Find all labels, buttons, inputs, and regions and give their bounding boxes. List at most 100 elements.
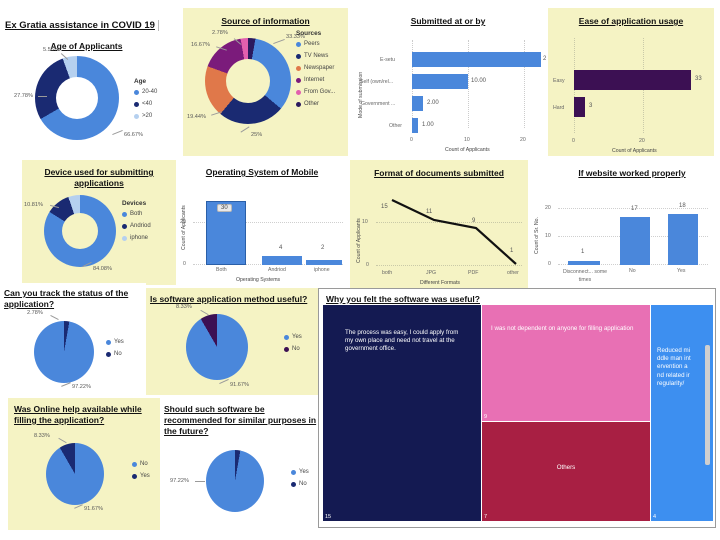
line-chart-format[interactable]	[350, 160, 528, 290]
treemap-cell-2[interactable]: Others 7	[482, 422, 650, 521]
xtick-format-0: both	[382, 270, 393, 276]
point-value-format-1: 11	[426, 209, 433, 215]
legend-item-onlinehelp-0[interactable]: No	[132, 460, 150, 468]
legend-title-device: Devices	[122, 200, 147, 207]
bar-ease-0[interactable]	[574, 70, 691, 90]
bar-ease-1[interactable]	[574, 97, 585, 117]
legend-label: Yes	[292, 334, 302, 340]
axis-title-y-os: Count of Applicants	[181, 205, 187, 250]
chart-title-useful: Is software application method useful?	[150, 294, 308, 304]
legend-label: >20	[142, 113, 153, 119]
legend-item-useful-0[interactable]: Yes	[284, 333, 302, 341]
pie-label-age-1: 27.78%	[14, 93, 33, 99]
pie-label-source-3: 19.44%	[187, 114, 206, 120]
pie-chart-useful[interactable]	[186, 314, 248, 380]
page-title: Ex Gratia assistance in COVID 19	[5, 20, 159, 31]
legend-item-track-0[interactable]: Yes	[106, 338, 124, 346]
chart-title-why: Why you felt the software was useful?	[326, 294, 480, 304]
bar-submitted-1[interactable]	[412, 74, 468, 89]
donut-hole-device	[62, 213, 98, 249]
pie-label-device-1: 84.08%	[93, 266, 112, 272]
bar-website-0[interactable]	[568, 261, 600, 265]
ytick-os-1: 20	[180, 219, 186, 225]
legend-item-recommend-1[interactable]: No	[291, 480, 309, 488]
legend-onlinehelp: No Yes	[132, 460, 150, 484]
legend-item-onlinehelp-1[interactable]: Yes	[132, 472, 150, 480]
panel-device-used: Device used for submitting applications …	[22, 160, 176, 285]
legend-label: From Gov...	[304, 89, 336, 95]
point-value-format-3: 1	[510, 248, 514, 254]
bar-value-website-0: 1	[581, 249, 585, 255]
legend-item-device-1[interactable]: Andriod	[122, 222, 151, 230]
legend-useful: Yes No	[284, 333, 302, 357]
xtick-submitted-1: 10	[464, 137, 470, 143]
legend-item-useful-1[interactable]: No	[284, 345, 302, 353]
legend-label: 20-40	[142, 89, 158, 95]
bar-submitted-0[interactable]	[412, 52, 541, 67]
xtick-os-1: Andriod	[268, 267, 286, 273]
legend-swatch-icon	[106, 339, 111, 345]
bar-value-submitted-2: 2.00	[427, 100, 439, 106]
axis-title-x-submitted: Count of Applicants	[445, 147, 490, 153]
legend-swatch-icon	[106, 351, 111, 357]
bar-value-os-0: 30	[217, 204, 232, 212]
legend-label: Internet	[304, 77, 325, 83]
legend-label: No	[114, 351, 122, 357]
legend-label: iphone	[130, 235, 149, 241]
bar-value-submitted-1: 10.00	[471, 78, 487, 84]
legend-item-device-0[interactable]: Both	[122, 210, 151, 218]
pie-chart-onlinehelp[interactable]	[46, 443, 104, 505]
legend-label: TV News	[304, 53, 329, 59]
bar-submitted-3[interactable]	[412, 118, 418, 133]
legend-swatch-icon	[132, 473, 137, 479]
legend-item-source-5[interactable]: Other	[296, 100, 335, 108]
legend-swatch-icon	[122, 235, 127, 241]
legend-item-source-1[interactable]: TV News	[296, 52, 335, 60]
legend-swatch-icon	[296, 77, 301, 83]
legend-item-source-4[interactable]: From Gov...	[296, 88, 335, 96]
legend-item-source-3[interactable]: Internet	[296, 76, 335, 84]
xtick-submitted-2: 20	[520, 137, 526, 143]
bar-value-website-2: 18	[679, 203, 686, 209]
treemap-cell-0[interactable]: The process was easy, I could apply from…	[323, 305, 481, 521]
treemap-value-2: 7	[484, 514, 488, 520]
legend-swatch-icon	[296, 65, 301, 71]
legend-swatch-icon	[284, 346, 289, 352]
pie-chart-track[interactable]	[34, 321, 94, 383]
bar-website-2[interactable]	[668, 214, 698, 265]
treemap-cell-3[interactable]: Reduced middle man intervention and rela…	[651, 305, 713, 521]
legend-age: Age 20-40 <40 >20	[134, 78, 157, 124]
axis-label-submitted-1: Self (own/rel...	[360, 79, 394, 85]
legend-item-recommend-0[interactable]: Yes	[291, 468, 309, 476]
bar-submitted-2[interactable]	[412, 96, 423, 111]
bar-os-2[interactable]	[306, 260, 342, 265]
legend-item-source-2[interactable]: Newspaper	[296, 64, 335, 72]
legend-label: Newspaper	[304, 65, 335, 71]
pie-label-onlinehelp-1: 91.67%	[84, 506, 103, 512]
panel-format-of-documents: Format of documents submitted Count of A…	[350, 160, 528, 290]
legend-item-age-0[interactable]: 20-40	[134, 88, 157, 96]
legend-item-age-1[interactable]: <40	[134, 100, 157, 108]
chart-title-onlinehelp: Was Online help available while filling …	[14, 404, 142, 425]
legend-item-track-1[interactable]: No	[106, 350, 124, 358]
panel-age-of-applicants: Ex Gratia assistance in COVID 19 Age of …	[0, 8, 181, 156]
chart-title-device: Device used for submitting applications	[44, 167, 154, 188]
axis-title-x-ease: Count of Applicants	[612, 148, 657, 154]
treemap-scrollbar[interactable]	[705, 345, 710, 465]
legend-label: Other	[304, 101, 320, 107]
treemap-label-1: I was not dependent on anyone for fillin…	[491, 325, 634, 332]
legend-item-device-2[interactable]: iphone	[122, 234, 151, 242]
pie-label-device-0: 10.81%	[24, 202, 43, 208]
pie-chart-recommend[interactable]	[206, 450, 264, 512]
dashboard-canvas: Ex Gratia assistance in COVID 19 Age of …	[0, 0, 720, 540]
treemap-cell-1[interactable]: I was not dependent on anyone for fillin…	[482, 305, 650, 421]
bar-website-1[interactable]	[620, 217, 650, 265]
legend-item-age-2[interactable]: >20	[134, 112, 157, 120]
treemap-label-2: Others	[556, 464, 576, 471]
legend-swatch-icon	[134, 113, 139, 119]
legend-swatch-icon	[296, 89, 301, 95]
legend-item-source-0[interactable]: Peers	[296, 40, 335, 48]
pie-label-useful-0: 8.33%	[176, 304, 192, 310]
chart-title-website: If website worked properly	[578, 168, 686, 178]
bar-os-1[interactable]	[262, 256, 302, 265]
